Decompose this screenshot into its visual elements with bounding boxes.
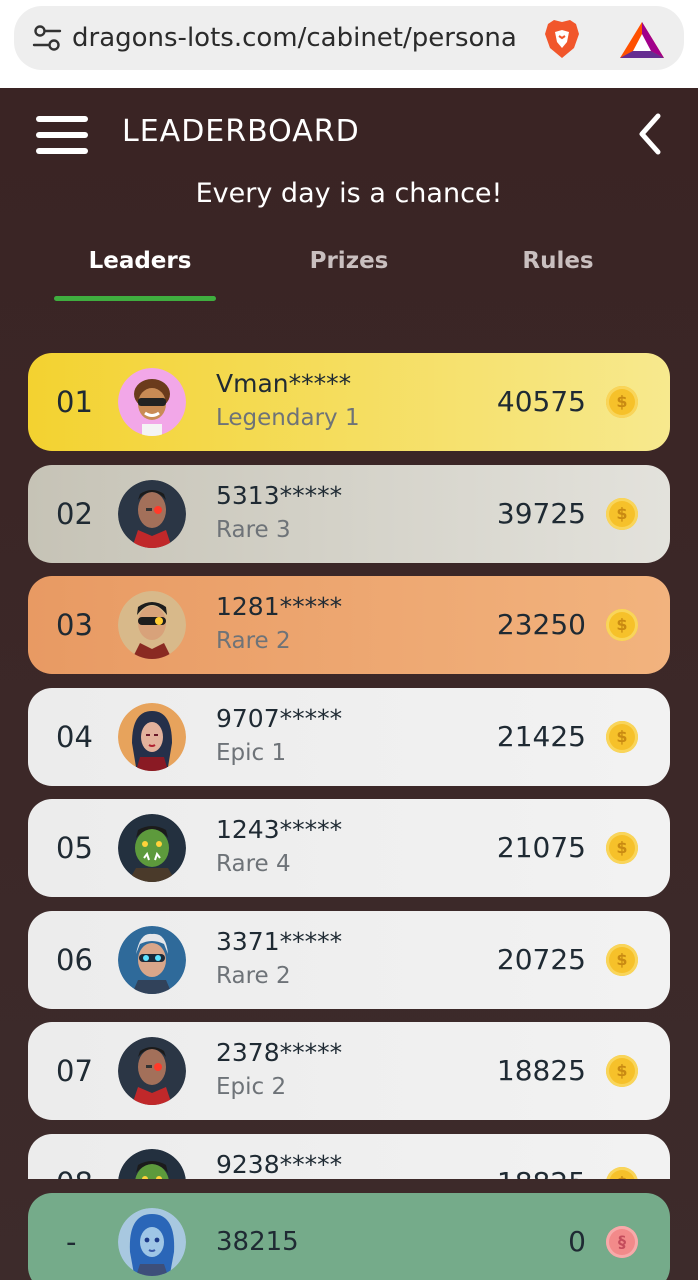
bonus-coin-icon: § [606,1226,638,1258]
leader-row[interactable]: 02 5313***** Rare 3 39725 $ [28,464,670,563]
leader-level: Rare 4 [216,851,291,877]
leader-name: 9707***** [216,703,343,733]
leader-level: Rare 2 [216,962,291,989]
leader-rank: 07 [56,1054,93,1088]
leader-name: 1243***** [216,815,343,844]
bat-rewards-icon[interactable] [618,20,666,60]
leader-avatar [118,591,186,659]
leader-name: 9238***** [216,1149,343,1179]
leader-level: Legendary 1 [216,405,360,431]
tab-leaders[interactable]: Leaders [40,248,240,274]
gold-coin-icon: $ [606,1166,638,1179]
hamburger-menu-icon[interactable] [36,116,88,154]
active-tab-indicator [54,296,216,301]
leader-score: 18825 [496,1054,586,1087]
gold-coin-icon: $ [606,832,638,864]
leaderboard-screen: LEADERBOARD Every day is a chance! Leade… [0,88,698,1280]
leader-row[interactable]: 04 9707***** Epic 1 21425 $ [28,687,670,786]
current-user-avatar [118,1208,186,1276]
browser-toolbar: dragons-lots.com/cabinet/persona [0,0,698,88]
leader-name: 2378***** [216,1038,343,1067]
current-user-rank: - [66,1225,77,1259]
leader-avatar [118,479,186,548]
leader-row[interactable]: 07 2378***** Epic 2 18825 $ [28,1022,670,1120]
leader-row[interactable]: 03 1281***** Rare 2 23250 $ [28,576,670,674]
tab-rules[interactable]: Rules [458,248,658,274]
leader-row[interactable]: 01 Vman***** Legendary 1 40575 $ [28,353,670,451]
leader-avatar [118,702,186,771]
leader-rank: 08 [56,1134,93,1180]
page-title: LEADERBOARD [122,114,360,149]
leader-level: Rare 2 [216,628,291,654]
leader-name: 3371***** [216,926,343,956]
leader-score: 39725 [496,496,586,530]
leader-row[interactable]: 08 9238***** 18825 $ [28,1133,670,1180]
chevron-left-icon[interactable] [632,112,668,156]
leader-score: 21425 [496,719,586,753]
tab-prizes[interactable]: Prizes [249,248,449,274]
leader-rank: 01 [56,385,93,419]
page-subtitle: Every day is a chance! [195,178,503,209]
leader-rank: 04 [56,719,93,754]
leader-level: Epic 1 [216,739,287,766]
leader-score: 18825 [497,1134,586,1180]
leader-row[interactable]: 06 3371***** Rare 2 20725 $ [28,910,670,1009]
leader-avatar [118,925,186,994]
current-user-name: 38215 [216,1227,299,1257]
leaders-list[interactable]: 01 Vman***** Legendary 1 40575 $02 5313***** R… [28,353,670,1179]
leader-level: Epic 2 [216,1074,287,1100]
leader-name: Vman***** [216,369,352,398]
leader-score: 23250 [496,608,586,641]
leader-rank: 06 [56,942,93,977]
leader-avatar [118,1037,186,1105]
leader-score: 21075 [496,831,586,864]
leader-score: 20725 [496,942,586,976]
tab-bar: Leaders Prizes Rules [0,248,698,308]
leader-name: 1281***** [216,592,343,621]
gold-coin-icon: $ [606,943,638,976]
leader-score: 40575 [496,385,586,418]
gold-coin-icon: $ [606,609,638,641]
leader-name: 5313***** [216,480,343,510]
site-settings-icon[interactable] [32,24,62,52]
leader-rank: 03 [56,608,93,642]
current-user-score: 0 [568,1225,586,1258]
address-bar[interactable]: dragons-lots.com/cabinet/persona [14,6,684,70]
leader-avatar [118,1148,186,1179]
leader-row[interactable]: 05 1243***** Rare 4 21075 $ [28,799,670,897]
brave-shield-icon[interactable] [542,18,582,60]
gold-coin-icon: $ [606,1055,638,1087]
gold-coin-icon: $ [606,720,638,753]
leader-avatar [118,368,186,436]
leader-level: Rare 3 [216,516,291,543]
url-text[interactable]: dragons-lots.com/cabinet/persona [72,6,532,70]
leader-avatar [118,814,186,882]
gold-coin-icon: $ [606,497,638,530]
leader-rank: 05 [56,831,93,865]
gold-coin-icon: $ [606,386,638,418]
leader-rank: 02 [56,496,93,531]
current-user-row[interactable]: - 38215 0 § [28,1193,670,1280]
